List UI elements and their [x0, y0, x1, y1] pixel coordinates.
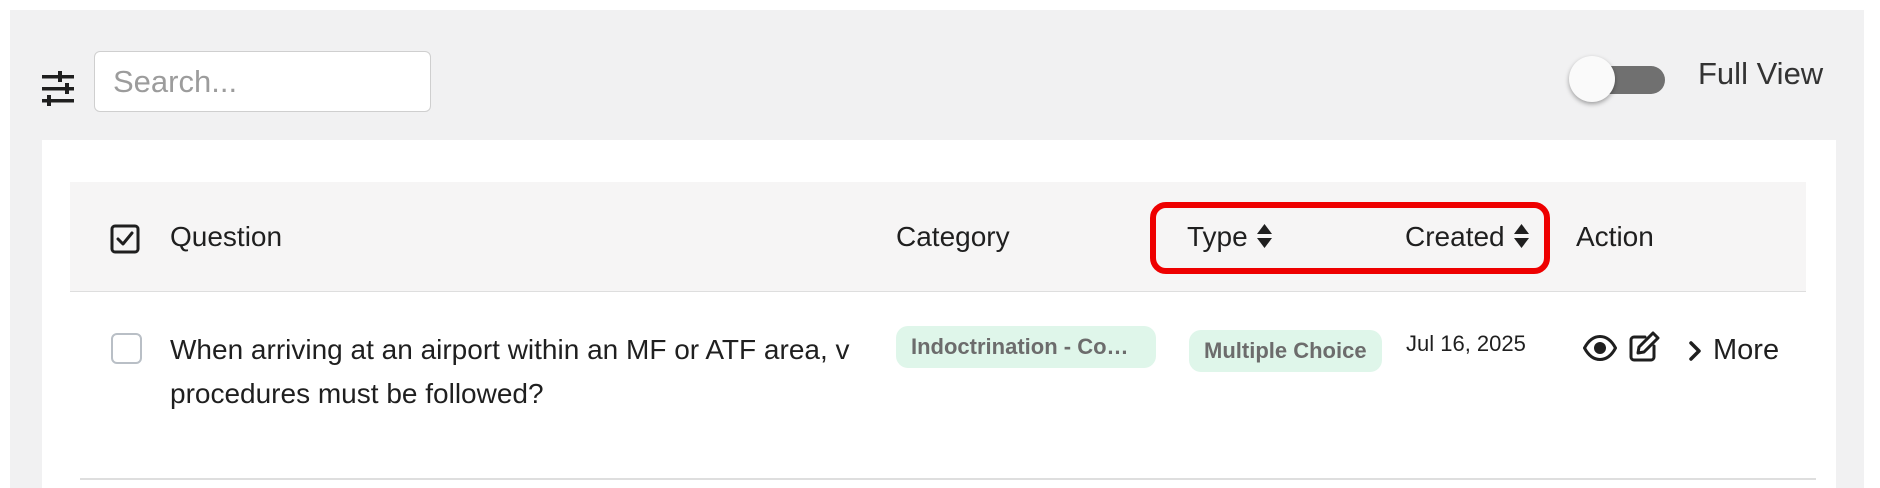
- select-all-checkbox[interactable]: [110, 224, 140, 259]
- more-button[interactable]: More: [1689, 334, 1779, 367]
- type-badge: Multiple Choice: [1189, 330, 1382, 372]
- sort-icon: [1256, 224, 1272, 248]
- question-cell[interactable]: When arriving at an airport within an MF…: [170, 328, 862, 416]
- row-divider: [80, 478, 1816, 480]
- table-card: [42, 140, 1836, 488]
- created-date: Jul 16, 2025: [1406, 331, 1526, 356]
- question-text-line: procedures must be followed?: [170, 378, 544, 409]
- column-header-type[interactable]: Type: [1187, 221, 1273, 253]
- checkbox-checked-icon: [110, 224, 140, 254]
- chevron-right-icon: [1689, 341, 1701, 361]
- column-header-created[interactable]: Created: [1405, 221, 1530, 253]
- category-badge: Indoctrination - Com...: [896, 326, 1156, 368]
- full-view-toggle[interactable]: [1569, 53, 1665, 105]
- column-header-action: Action: [1576, 221, 1654, 252]
- column-header-category: Category: [896, 221, 1010, 252]
- question-text-line: When arriving at an airport within an MF…: [170, 334, 850, 365]
- eye-icon[interactable]: [1582, 334, 1618, 366]
- toggle-knob: [1569, 56, 1615, 102]
- row-checkbox[interactable]: [111, 333, 142, 364]
- more-label: More: [1713, 334, 1780, 366]
- column-header-created-label: Created: [1405, 221, 1505, 252]
- column-header-type-label: Type: [1187, 221, 1248, 252]
- full-view-label: Full View: [1698, 56, 1824, 91]
- edit-icon[interactable]: [1627, 330, 1661, 369]
- search-input[interactable]: [94, 51, 431, 112]
- column-header-question: Question: [170, 221, 283, 252]
- sort-icon: [1513, 224, 1529, 248]
- sliders-icon[interactable]: [40, 69, 76, 109]
